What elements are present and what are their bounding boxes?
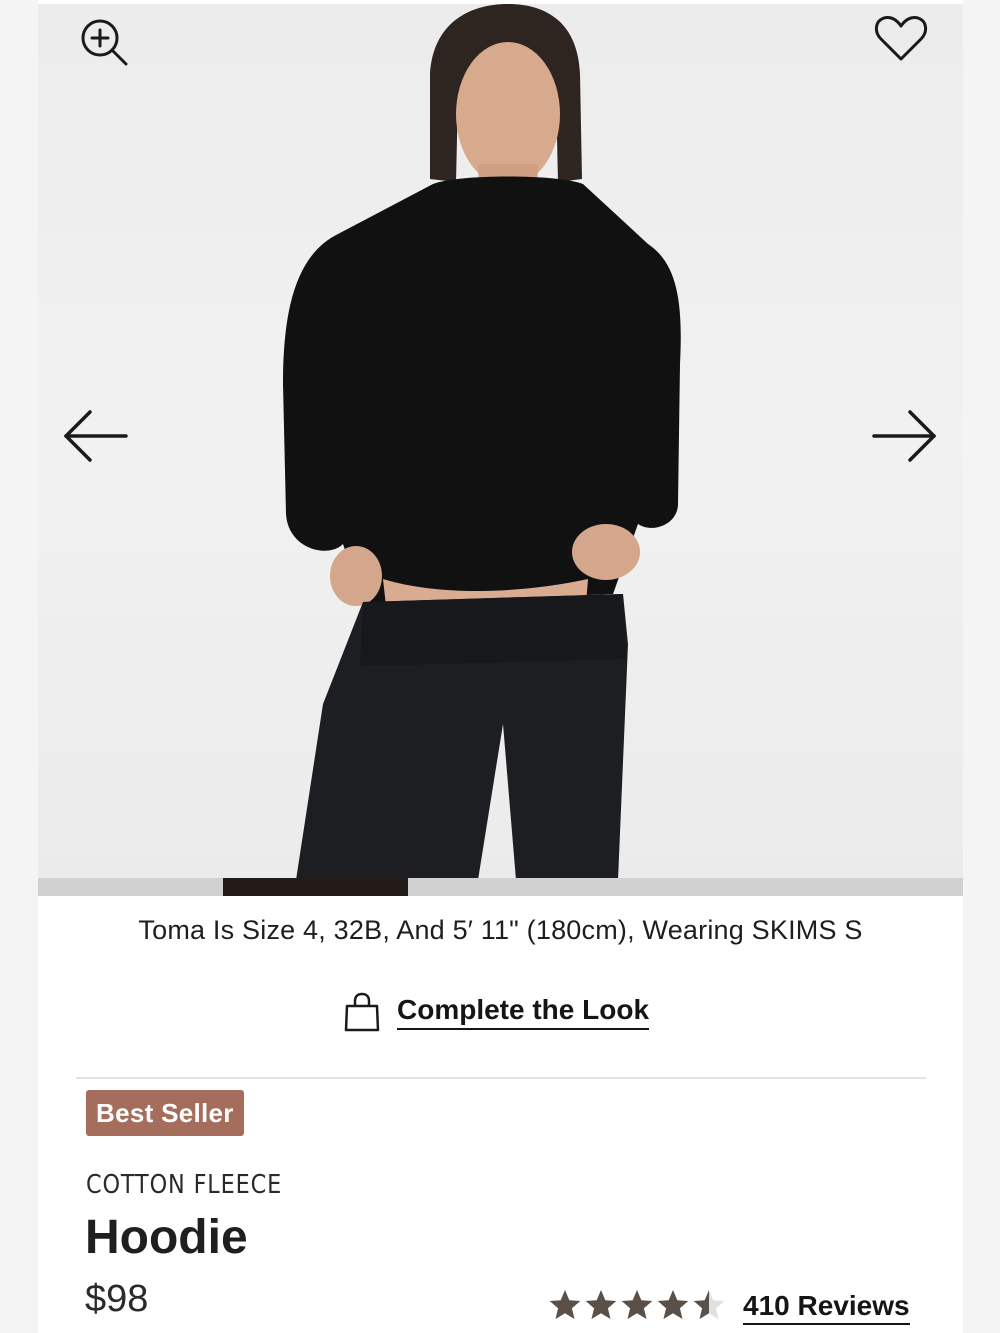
heart-icon[interactable]	[874, 12, 928, 66]
model-size-info: Toma Is Size 4, 32B, And 5′ 11" (180cm),…	[138, 915, 863, 945]
product-image-gallery[interactable]	[38, 4, 963, 880]
product-collection: COTTON FLEECE	[86, 1170, 283, 1200]
product-price: $98	[85, 1278, 149, 1320]
shopping-bag-icon	[344, 992, 380, 1032]
star-icon	[621, 1290, 653, 1319]
arrow-left-icon[interactable]	[60, 404, 130, 468]
star-icon	[549, 1290, 581, 1319]
star-icon	[585, 1290, 617, 1319]
carousel-progress-bar	[38, 878, 963, 896]
product-page: Toma Is Size 4, 32B, And 5′ 11" (180cm),…	[38, 0, 963, 1333]
complete-the-look-link[interactable]: Complete the Look	[343, 990, 650, 1034]
carousel-progress-indicator	[223, 878, 408, 896]
product-title: Hoodie	[85, 1211, 248, 1264]
complete-the-look-label: Complete the Look	[397, 994, 650, 1030]
reviews-link[interactable]: 410 Reviews	[743, 1290, 910, 1325]
divider	[76, 1077, 926, 1079]
best-seller-badge: Best Seller	[86, 1090, 244, 1136]
star-icon	[693, 1290, 725, 1319]
zoom-in-icon[interactable]	[78, 16, 130, 68]
arrow-right-icon[interactable]	[870, 404, 940, 468]
product-photo	[283, 4, 681, 880]
star-rating[interactable]	[548, 1288, 728, 1322]
star-icon	[657, 1290, 689, 1319]
